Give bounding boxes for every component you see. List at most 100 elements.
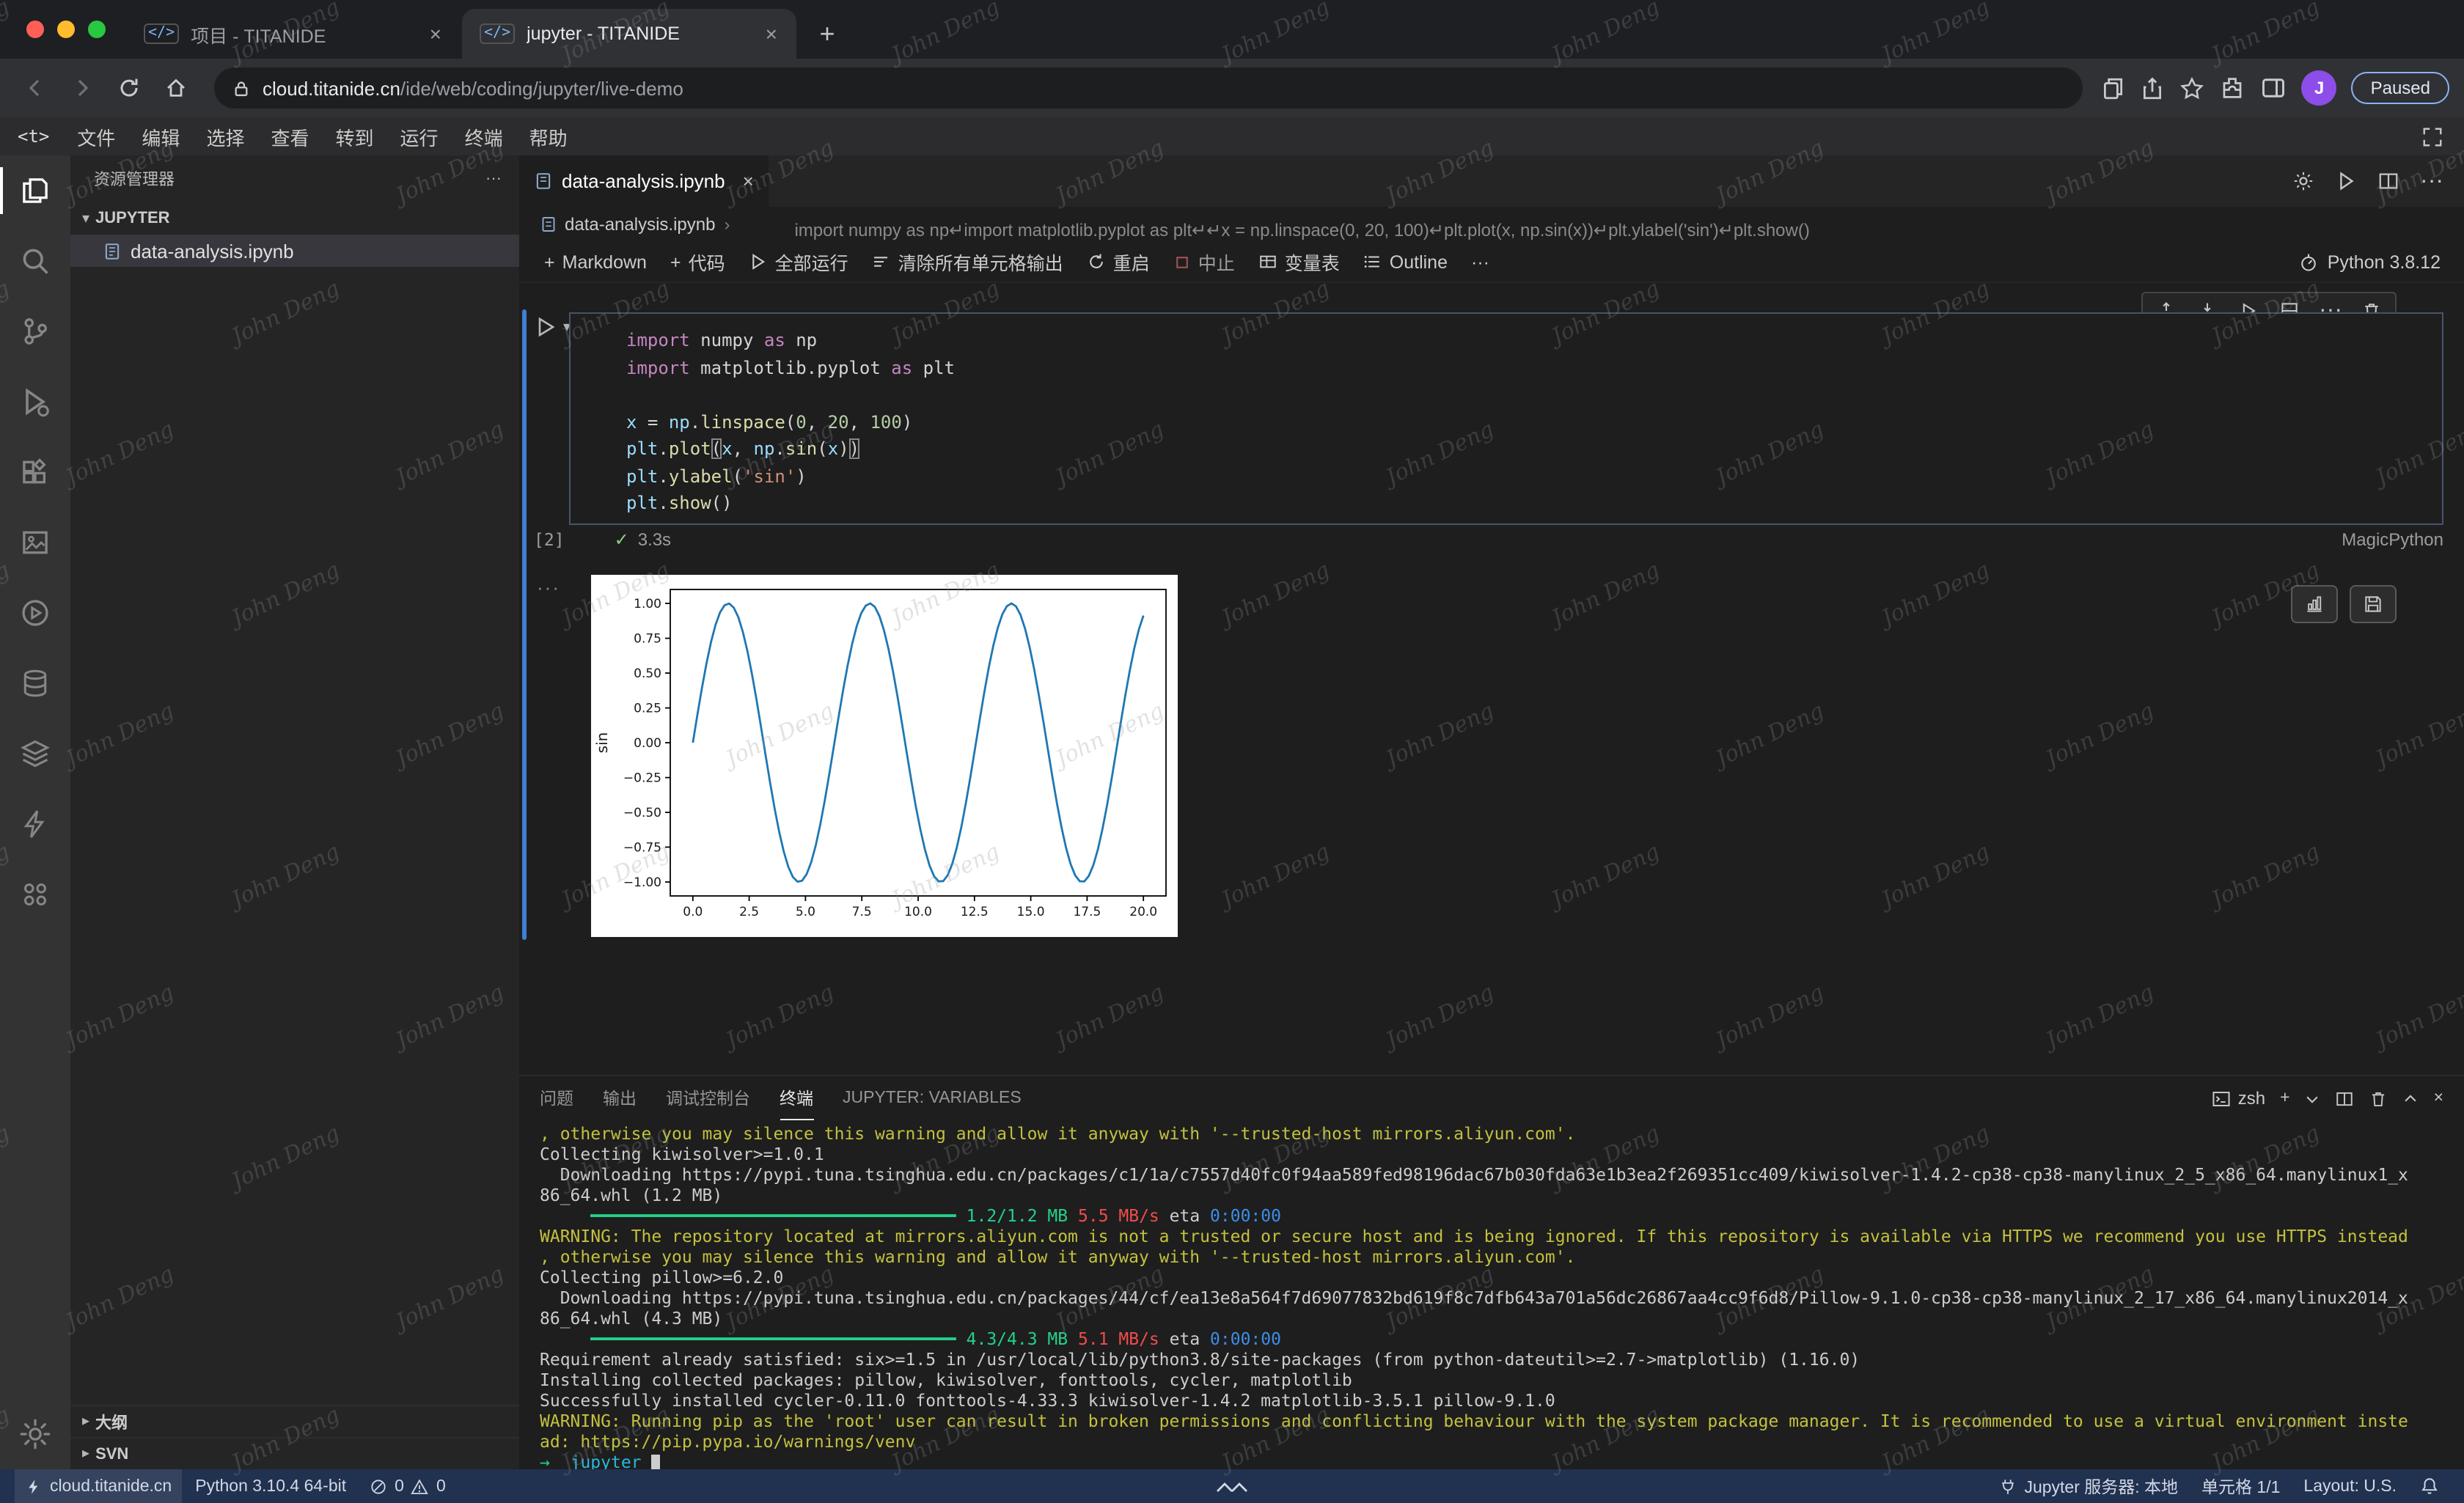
- side-panel-icon[interactable]: [2261, 75, 2287, 101]
- save-output-icon[interactable]: [2350, 585, 2397, 623]
- change-presentation-icon[interactable]: [2291, 585, 2338, 623]
- editor-more-actions-icon[interactable]: ···: [2420, 168, 2443, 194]
- close-window-button[interactable]: [26, 21, 44, 38]
- python-interpreter[interactable]: Python 3.10.4 64-bit: [185, 1469, 356, 1503]
- close-panel-icon[interactable]: ×: [2434, 1089, 2443, 1107]
- notebook-file-icon: [103, 241, 122, 260]
- run-circle-icon[interactable]: [0, 578, 70, 648]
- jupyter-server-indicator[interactable]: Jupyter 服务器: 本地: [1989, 1469, 2188, 1503]
- menu-selection[interactable]: 选择: [193, 117, 257, 155]
- notebook-file-icon: [540, 216, 557, 233]
- browser-tab-jupyter[interactable]: </> jupyter - TITANIDE ×: [462, 9, 796, 59]
- editor-tab-notebook[interactable]: data-analysis.ipynb ×: [519, 155, 770, 207]
- run-debug-icon[interactable]: [0, 367, 70, 437]
- forward-icon[interactable]: [62, 67, 103, 109]
- problems-indicator[interactable]: 0 0: [359, 1469, 456, 1503]
- address-bar[interactable]: cloud.titanide.cn/ide/web/coding/jupyter…: [214, 67, 2083, 109]
- lightning-icon[interactable]: [0, 789, 70, 859]
- outline-button[interactable]: Outline: [1353, 247, 1458, 276]
- sidebar-section-svn[interactable]: ▸ SVN: [70, 1437, 519, 1469]
- cell-language-label[interactable]: MagicPython: [2342, 529, 2443, 550]
- share-icon[interactable]: [2141, 76, 2166, 100]
- output-collapse-dots[interactable]: ···: [537, 576, 560, 598]
- explorer-icon[interactable]: [0, 155, 70, 226]
- cell-code: import numpy as npimport matplotlib.pypl…: [571, 314, 2442, 517]
- menu-edit[interactable]: 编辑: [128, 117, 193, 155]
- menu-help[interactable]: 帮助: [516, 117, 581, 155]
- add-markdown-button[interactable]: +Markdown: [534, 247, 657, 276]
- cell-indicator[interactable]: 单元格 1/1: [2191, 1469, 2290, 1503]
- profile-avatar[interactable]: J: [2302, 70, 2337, 106]
- new-terminal-icon[interactable]: +: [2280, 1089, 2289, 1107]
- browser-actions: J Paused: [2101, 70, 2449, 106]
- split-terminal-icon[interactable]: [2336, 1089, 2355, 1108]
- database-icon[interactable]: [0, 648, 70, 719]
- notifications-bell-icon[interactable]: [2410, 1469, 2449, 1503]
- sidebar-more-actions-icon[interactable]: ···: [485, 170, 502, 188]
- fullscreen-icon[interactable]: [2401, 125, 2464, 147]
- search-icon[interactable]: [0, 226, 70, 296]
- close-editor-tab-icon[interactable]: ×: [743, 170, 754, 192]
- kernel-picker[interactable]: Python 3.8.12: [2298, 251, 2449, 272]
- terminal-profile-selector[interactable]: zsh: [2212, 1088, 2265, 1109]
- tab-terminal[interactable]: 终端: [780, 1076, 813, 1120]
- layers-icon[interactable]: [0, 719, 70, 789]
- restart-kernel-button[interactable]: 重启: [1077, 243, 1160, 280]
- terminal-output[interactable]: , otherwise you may silence this warning…: [519, 1120, 2464, 1469]
- menu-view[interactable]: 查看: [257, 117, 322, 155]
- breadcrumb[interactable]: data-analysis.ipynb › import numpy as np…: [519, 207, 2464, 242]
- extensions-icon[interactable]: [0, 437, 70, 507]
- apps-grid-icon[interactable]: [0, 859, 70, 930]
- sidebar-section-outline[interactable]: ▸ 大纲: [70, 1405, 519, 1437]
- interrupt-button[interactable]: 中止: [1163, 243, 1245, 280]
- maximize-panel-chevron-icon[interactable]: [2403, 1090, 2419, 1106]
- run-all-button[interactable]: 全部运行: [738, 243, 859, 280]
- menu-go[interactable]: 转到: [323, 117, 387, 155]
- close-tab-icon[interactable]: ×: [425, 22, 446, 45]
- tab-debug-console[interactable]: 调试控制台: [666, 1076, 750, 1120]
- toolbar-more-icon[interactable]: ···: [1461, 247, 1500, 276]
- media-frame-icon[interactable]: [0, 507, 70, 578]
- notebook-settings-icon[interactable]: [2292, 170, 2314, 192]
- bookmark-star-icon[interactable]: [2180, 76, 2205, 100]
- zoom-window-button[interactable]: [88, 21, 106, 38]
- sync-paused-badge[interactable]: Paused: [2352, 72, 2449, 104]
- text-line: Successfully installed cycler-0.11.0 fon…: [540, 1390, 2464, 1411]
- remote-indicator[interactable]: cloud.titanide.cn: [15, 1469, 182, 1503]
- clear-outputs-button[interactable]: 清除所有单元格输出: [862, 243, 1074, 280]
- sidebar-title: 资源管理器: [94, 167, 175, 191]
- site-favicon: </>: [144, 23, 179, 44]
- close-tab-icon[interactable]: ×: [761, 22, 782, 45]
- reload-icon[interactable]: [109, 67, 150, 109]
- back-icon[interactable]: [15, 67, 56, 109]
- keyboard-layout[interactable]: Layout: U.S.: [2293, 1469, 2407, 1503]
- split-editor-icon[interactable]: [2377, 170, 2399, 192]
- tab-jupyter-variables[interactable]: JUPYTER: VARIABLES: [843, 1076, 1022, 1120]
- add-code-button[interactable]: +代码: [660, 243, 736, 280]
- code-cell[interactable]: import numpy as npimport matplotlib.pypl…: [569, 312, 2443, 525]
- new-tab-button[interactable]: +: [807, 13, 848, 54]
- execution-time: 3.3s: [638, 529, 671, 550]
- tab-problems[interactable]: 问题: [540, 1076, 573, 1120]
- source-control-icon[interactable]: [0, 296, 70, 367]
- menu-file[interactable]: 文件: [64, 117, 128, 155]
- home-icon[interactable]: [155, 67, 197, 109]
- variables-button[interactable]: 变量表: [1248, 243, 1350, 280]
- browser-tab-project[interactable]: </> 项目 - TITANIDE ×: [126, 9, 461, 59]
- file-item-notebook[interactable]: data-analysis.ipynb: [70, 235, 519, 267]
- menu-run[interactable]: 运行: [387, 117, 452, 155]
- run-cell-button[interactable]: [534, 315, 557, 339]
- extensions-puzzle-icon[interactable]: [2220, 75, 2246, 101]
- svg-text:12.5: 12.5: [961, 905, 989, 919]
- menu-terminal[interactable]: 终端: [452, 117, 516, 155]
- svg-text:−0.25: −0.25: [623, 771, 661, 786]
- tab-output[interactable]: 输出: [603, 1076, 637, 1120]
- kill-terminal-icon[interactable]: [2369, 1089, 2388, 1108]
- terminal-dropdown-chevron-icon[interactable]: [2305, 1090, 2321, 1106]
- clipboard-icon[interactable]: [2101, 76, 2126, 100]
- sidebar-section-jupyter[interactable]: ▾ JUPYTER: [70, 202, 519, 235]
- run-editor-icon[interactable]: [2335, 170, 2357, 192]
- settings-gear-icon[interactable]: [0, 1399, 70, 1469]
- minimize-window-button[interactable]: [57, 21, 75, 38]
- expand-panel-chevrons-icon[interactable]: [1213, 1469, 1251, 1503]
